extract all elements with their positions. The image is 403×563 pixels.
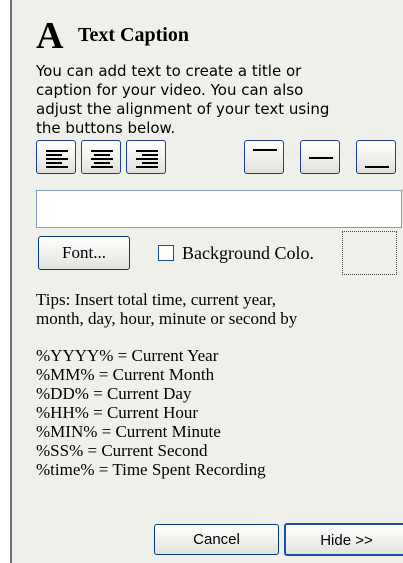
tag-code-item: %SS% = Current Second [36,441,208,460]
position-middle-icon [309,157,333,159]
panel-description: You can add text to create a title or ca… [36,62,398,140]
hide-button[interactable]: Hide >> [284,523,403,556]
tips-line: month, day, hour, minute or second by [36,309,298,328]
cancel-button[interactable]: Cancel [154,524,279,555]
description-line: adjust the alignment of your text using [36,100,330,118]
tag-code-item: %time% = Time Spent Recording [36,460,266,479]
background-color-checkbox[interactable] [158,245,174,261]
tips-line: Tips: Insert total time, current year, [36,290,276,309]
align-center-button[interactable] [81,140,121,174]
description-line: caption for your video. You can also [36,81,304,99]
position-top-button[interactable] [244,140,284,174]
tag-code-item: %YYYY% = Current Year [36,346,219,365]
background-color-label: Background Colo. [182,243,314,263]
tag-code-item: %MM% = Current Month [36,365,215,384]
tag-code-item: %MIN% = Current Minute [36,422,221,441]
position-top-icon [253,149,277,151]
position-middle-button[interactable] [300,140,340,174]
align-right-button[interactable] [126,140,166,174]
tag-code-item: %DD% = Current Day [36,384,192,403]
tag-code-list: %YYYY% = Current Year %MM% = Current Mon… [36,346,266,479]
text-caption-icon: A [36,15,64,57]
position-bottom-button[interactable] [356,140,396,174]
align-left-button[interactable] [36,140,76,174]
tips-text: Tips: Insert total time, current year, m… [36,290,401,328]
position-bottom-icon [365,166,389,168]
description-line: You can add text to create a title or [36,62,302,80]
caption-text-input[interactable] [36,190,402,228]
text-caption-panel: A Text Caption You can add text to creat… [10,0,403,563]
panel-title: Text Caption [78,24,189,46]
tag-code-item: %HH% = Current Hour [36,403,199,422]
background-color-swatch[interactable] [342,231,397,275]
description-line: the buttons below. [36,119,176,137]
font-button[interactable]: Font... [38,236,130,270]
